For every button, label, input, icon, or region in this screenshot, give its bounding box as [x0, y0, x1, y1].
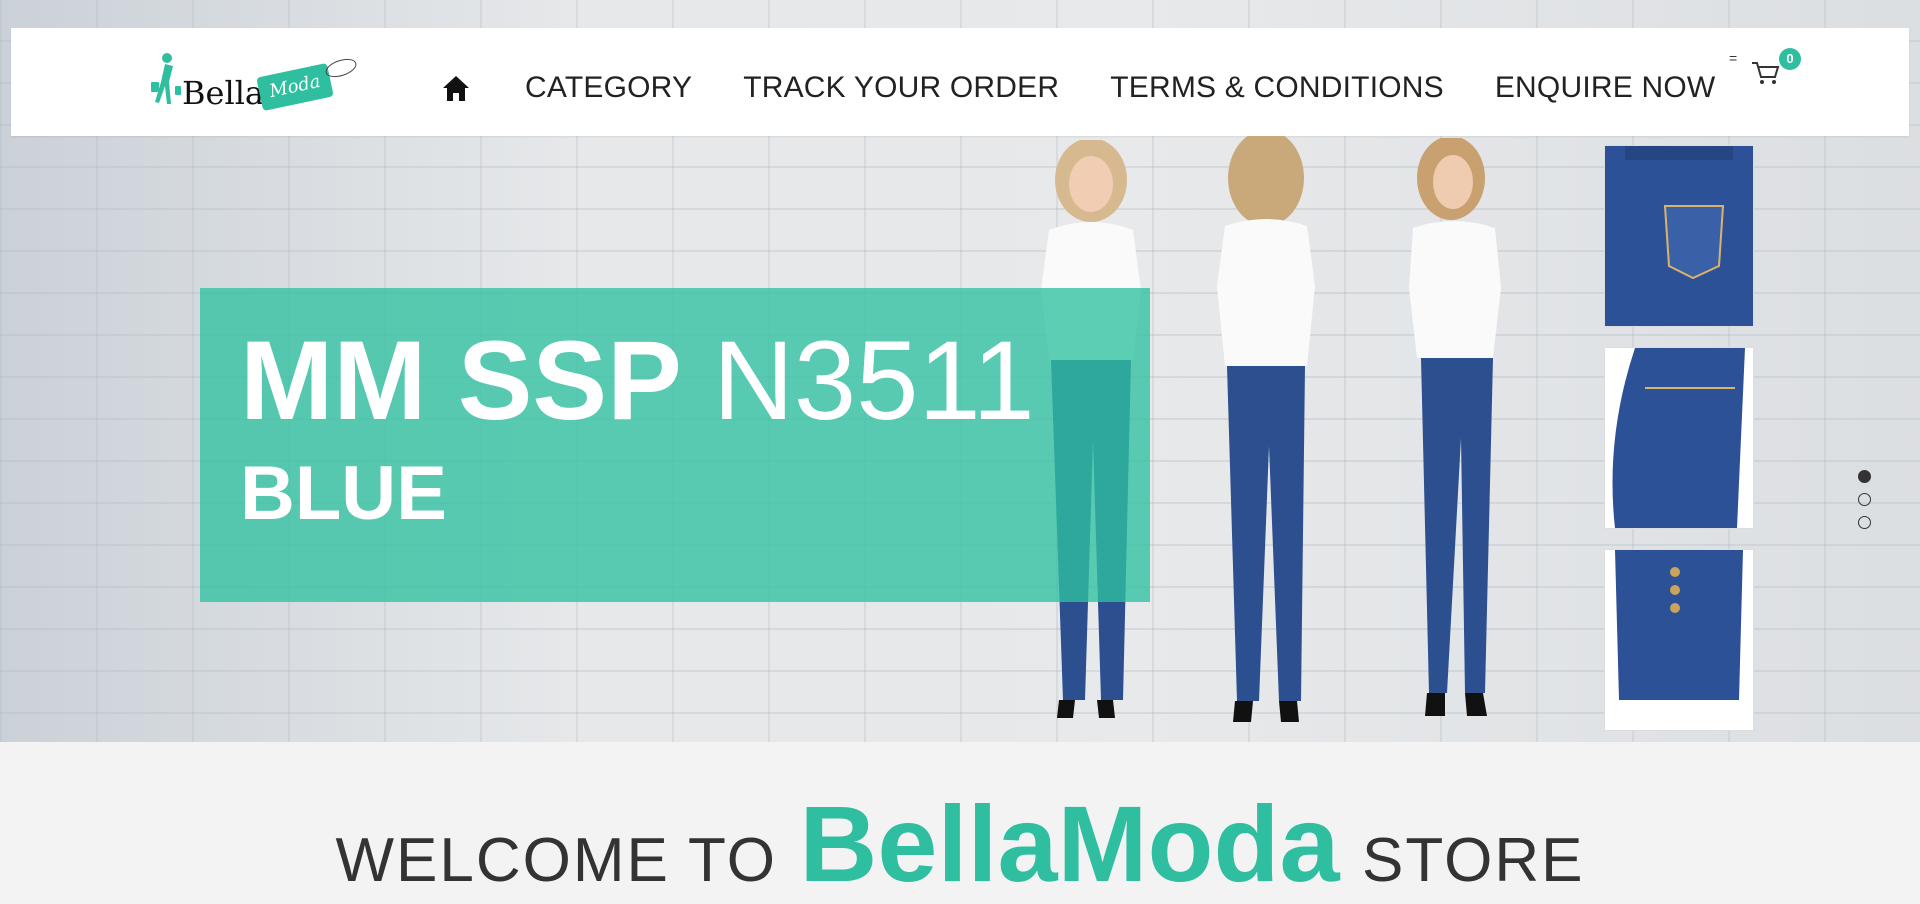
- welcome-suffix: STORE: [1361, 826, 1585, 895]
- slide-dot-3[interactable]: [1858, 516, 1871, 529]
- bellamoda-logo[interactable]: Bella Moda: [149, 46, 369, 116]
- headline-regular: N3511: [712, 318, 1035, 443]
- thumbnail-side-view: [1605, 348, 1753, 528]
- cart-button[interactable]: 0: [1751, 48, 1801, 104]
- detail-thumbnails: [1605, 146, 1753, 742]
- nav-enquire-now[interactable]: ENQUIRE NOW: [1495, 71, 1716, 105]
- brand-name: Bella: [182, 74, 264, 112]
- cart-count-badge: 0: [1779, 48, 1801, 70]
- nav-category[interactable]: CATEGORY: [525, 71, 692, 105]
- thumbnail-back-pocket: [1605, 146, 1753, 326]
- welcome-prefix: WELCOME TO: [335, 826, 777, 895]
- model-back-image: [1217, 136, 1315, 722]
- hero-subline: BLUE: [240, 451, 447, 536]
- nav-track-order[interactable]: TRACK YOUR ORDER: [743, 71, 1059, 105]
- main-nav: CATEGORY TRACK YOUR ORDER TERMS & CONDIT…: [441, 70, 1715, 106]
- headline-bold: MM SSP: [240, 318, 682, 443]
- menu-toggle-icon[interactable]: =: [1729, 50, 1737, 66]
- woman-silhouette-icon: [151, 53, 181, 104]
- slide-dot-1[interactable]: [1858, 470, 1871, 483]
- home-icon[interactable]: [441, 70, 477, 106]
- model-side-image: [1409, 138, 1501, 716]
- nav-terms-conditions[interactable]: TERMS & CONDITIONS: [1110, 71, 1444, 105]
- brand-tag: Moda: [256, 62, 334, 112]
- welcome-brand: BellaModa: [799, 783, 1340, 904]
- slide-dot-2[interactable]: [1858, 493, 1871, 506]
- thumbnail-front-waist: [1605, 550, 1753, 730]
- welcome-heading: WELCOME TO BellaModa STORE: [0, 790, 1920, 898]
- cart-icon: [1752, 62, 1780, 84]
- hero-caption-box: MM SSP N3511 BLUE: [200, 288, 1150, 602]
- hero-headline: MM SSP N3511: [240, 316, 1035, 445]
- slider-dots: [1858, 470, 1871, 539]
- site-header: Bella Moda CATEGORY TRACK YOUR ORDER TER…: [11, 28, 1909, 136]
- hero-slider[interactable]: MM SSP N3511 BLUE: [11, 136, 1909, 742]
